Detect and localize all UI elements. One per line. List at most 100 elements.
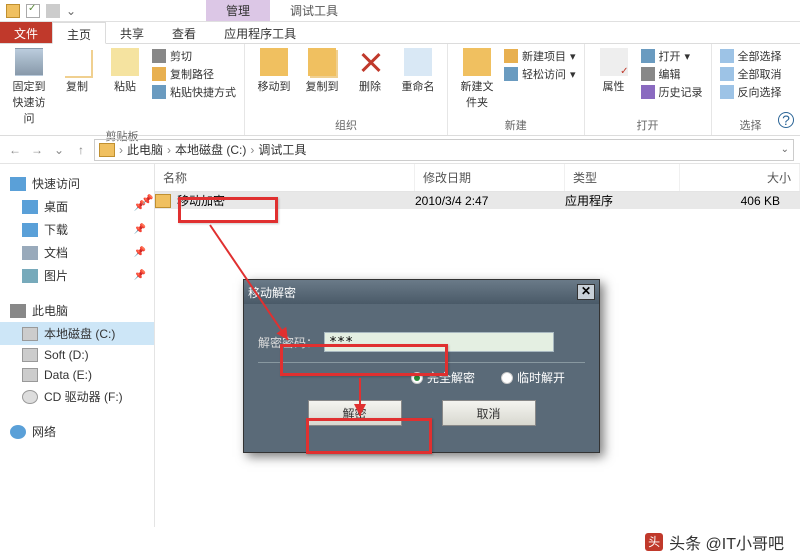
password-input[interactable] <box>324 332 554 352</box>
pin-icon <box>15 48 43 76</box>
crumb-this-pc[interactable]: 此电脑 <box>127 141 163 158</box>
crumb-local-c[interactable]: 本地磁盘 (C:) <box>175 141 246 158</box>
file-row[interactable]: 📌 移动加密 2010/3/4 2:47 应用程序 406 KB <box>155 192 800 209</box>
rename-button[interactable]: 重命名 <box>397 48 439 94</box>
chevron-right-icon: › <box>167 143 171 157</box>
folder-icon <box>99 143 115 157</box>
group-clipboard: 固定到快速访问 复制 粘贴 剪切 复制路径 粘贴快捷方式 剪贴板 <box>0 44 245 135</box>
rename-label: 重命名 <box>402 78 435 94</box>
sidebar-item-data-e[interactable]: Data (E:) <box>0 365 154 385</box>
crumb-folder[interactable]: 调试工具 <box>258 141 306 158</box>
move-to-button[interactable]: 移动到 <box>253 48 295 94</box>
sidebar-item-pictures[interactable]: 图片📌 <box>0 264 154 287</box>
address-bar: ← → ⌄ ↑ › 此电脑 › 本地磁盘 (C:) › 调试工具 ⌄ <box>0 136 800 164</box>
file-size: 406 KB <box>680 194 800 208</box>
delete-button[interactable]: 删除 <box>349 48 391 94</box>
sidebar-item-desktop[interactable]: 桌面📌 <box>0 195 154 218</box>
close-button[interactable]: ✕ <box>577 284 595 300</box>
cut-button[interactable]: 剪切 <box>152 48 236 64</box>
invert-selection-button[interactable]: 反向选择 <box>720 84 782 100</box>
pin-icon: 📌 <box>134 247 146 258</box>
folder-icon[interactable] <box>6 4 20 18</box>
invert-icon <box>720 85 734 99</box>
sidebar-item-cd-f[interactable]: CD 驱动器 (F:) <box>0 385 154 408</box>
toutiao-logo-icon: 头 <box>645 533 663 551</box>
radio-full-decrypt[interactable]: 完全解密 <box>411 369 475 386</box>
sidebar-item-this-pc[interactable]: 此电脑 <box>0 299 154 322</box>
move-label: 移动到 <box>258 78 291 94</box>
document-icon <box>22 246 38 260</box>
chevron-right-icon: › <box>250 143 254 157</box>
sidebar-item-local-c[interactable]: 本地磁盘 (C:) <box>0 322 154 345</box>
paste-shortcut-button[interactable]: 粘贴快捷方式 <box>152 84 236 100</box>
new-item-label: 新建项目 <box>522 48 566 64</box>
tab-view[interactable]: 查看 <box>158 22 210 43</box>
col-size[interactable]: 大小 <box>680 164 800 191</box>
download-icon <box>22 223 38 237</box>
col-date[interactable]: 修改日期 <box>415 164 565 191</box>
delete-x-icon <box>356 48 384 76</box>
disk-icon <box>22 368 38 382</box>
pictures-icon <box>22 269 38 283</box>
edit-label: 编辑 <box>659 66 681 82</box>
copy-path-button[interactable]: 复制路径 <box>152 66 236 82</box>
forward-button[interactable]: → <box>28 141 46 159</box>
dialog-titlebar[interactable]: 移动解密 ✕ <box>244 280 599 304</box>
col-name[interactable]: 名称 <box>155 164 415 191</box>
cancel-button[interactable]: 取消 <box>442 400 536 426</box>
new-item-button[interactable]: 新建项目 ▾ <box>504 48 576 64</box>
sidebar-item-downloads[interactable]: 下载📌 <box>0 218 154 241</box>
breadcrumb[interactable]: › 此电脑 › 本地磁盘 (C:) › 调试工具 ⌄ <box>94 139 794 161</box>
properties-button[interactable]: 属性 <box>593 48 635 94</box>
new-folder-label: 新建文件夹 <box>456 78 498 110</box>
new-folder-button[interactable]: 新建文件夹 <box>456 48 498 110</box>
group-label: 打开 <box>637 117 659 133</box>
network-icon <box>10 425 26 439</box>
sidebar-item-quick-access[interactable]: 快速访问 <box>0 172 154 195</box>
copy-to-button[interactable]: 复制到 <box>301 48 343 94</box>
back-button[interactable]: ← <box>6 141 24 159</box>
select-all-button[interactable]: 全部选择 <box>720 48 782 64</box>
chevron-down-icon: ▾ <box>570 50 576 63</box>
up-button[interactable]: ↑ <box>72 141 90 159</box>
history-button[interactable]: 历史记录 <box>641 84 703 100</box>
decrypt-button[interactable]: 解密 <box>308 400 402 426</box>
edit-button[interactable]: 编辑 <box>641 66 703 82</box>
copy-to-label: 复制到 <box>306 78 339 94</box>
easy-access-icon <box>504 67 518 81</box>
star-icon <box>10 177 26 191</box>
context-tab-manage[interactable]: 管理 <box>206 0 270 21</box>
sidebar-item-network[interactable]: 网络 <box>0 420 154 443</box>
col-type[interactable]: 类型 <box>565 164 680 191</box>
rename-icon <box>404 48 432 76</box>
tab-file[interactable]: 文件 <box>0 22 52 43</box>
pin-to-quick-access-button[interactable]: 固定到快速访问 <box>8 48 50 126</box>
history-icon <box>641 85 655 99</box>
sidebar-item-soft-d[interactable]: Soft (D:) <box>0 345 154 365</box>
chevron-down-icon[interactable]: ⌄ <box>781 144 789 155</box>
recent-locations-button[interactable]: ⌄ <box>50 141 68 159</box>
properties-label: 属性 <box>603 78 625 94</box>
qat-overflow-icon[interactable]: ⌄ <box>66 4 80 18</box>
quick-access-toolbar: ⌄ <box>0 4 86 18</box>
paste-button[interactable]: 粘贴 <box>104 48 146 94</box>
copy-path-icon <box>152 67 166 81</box>
invert-label: 反向选择 <box>738 84 782 100</box>
delete-label: 删除 <box>359 78 381 94</box>
tab-app-tools[interactable]: 应用程序工具 <box>210 22 310 43</box>
help-icon[interactable]: ? <box>778 112 794 128</box>
select-none-button[interactable]: 全部取消 <box>720 66 782 82</box>
properties-qat-icon[interactable] <box>26 4 40 18</box>
chevron-right-icon: › <box>119 143 123 157</box>
tab-share[interactable]: 共享 <box>106 22 158 43</box>
copy-button[interactable]: 复制 <box>56 48 98 94</box>
open-button[interactable]: 打开▾ <box>641 48 703 64</box>
disk-icon <box>22 348 38 362</box>
group-label: 新建 <box>505 117 527 133</box>
paste-shortcut-label: 粘贴快捷方式 <box>170 84 236 100</box>
radio-temp-open[interactable]: 临时解开 <box>501 369 565 386</box>
select-none-label: 全部取消 <box>738 66 782 82</box>
tab-home[interactable]: 主页 <box>52 22 106 44</box>
easy-access-button[interactable]: 轻松访问▾ <box>504 66 576 82</box>
sidebar-item-documents[interactable]: 文档📌 <box>0 241 154 264</box>
